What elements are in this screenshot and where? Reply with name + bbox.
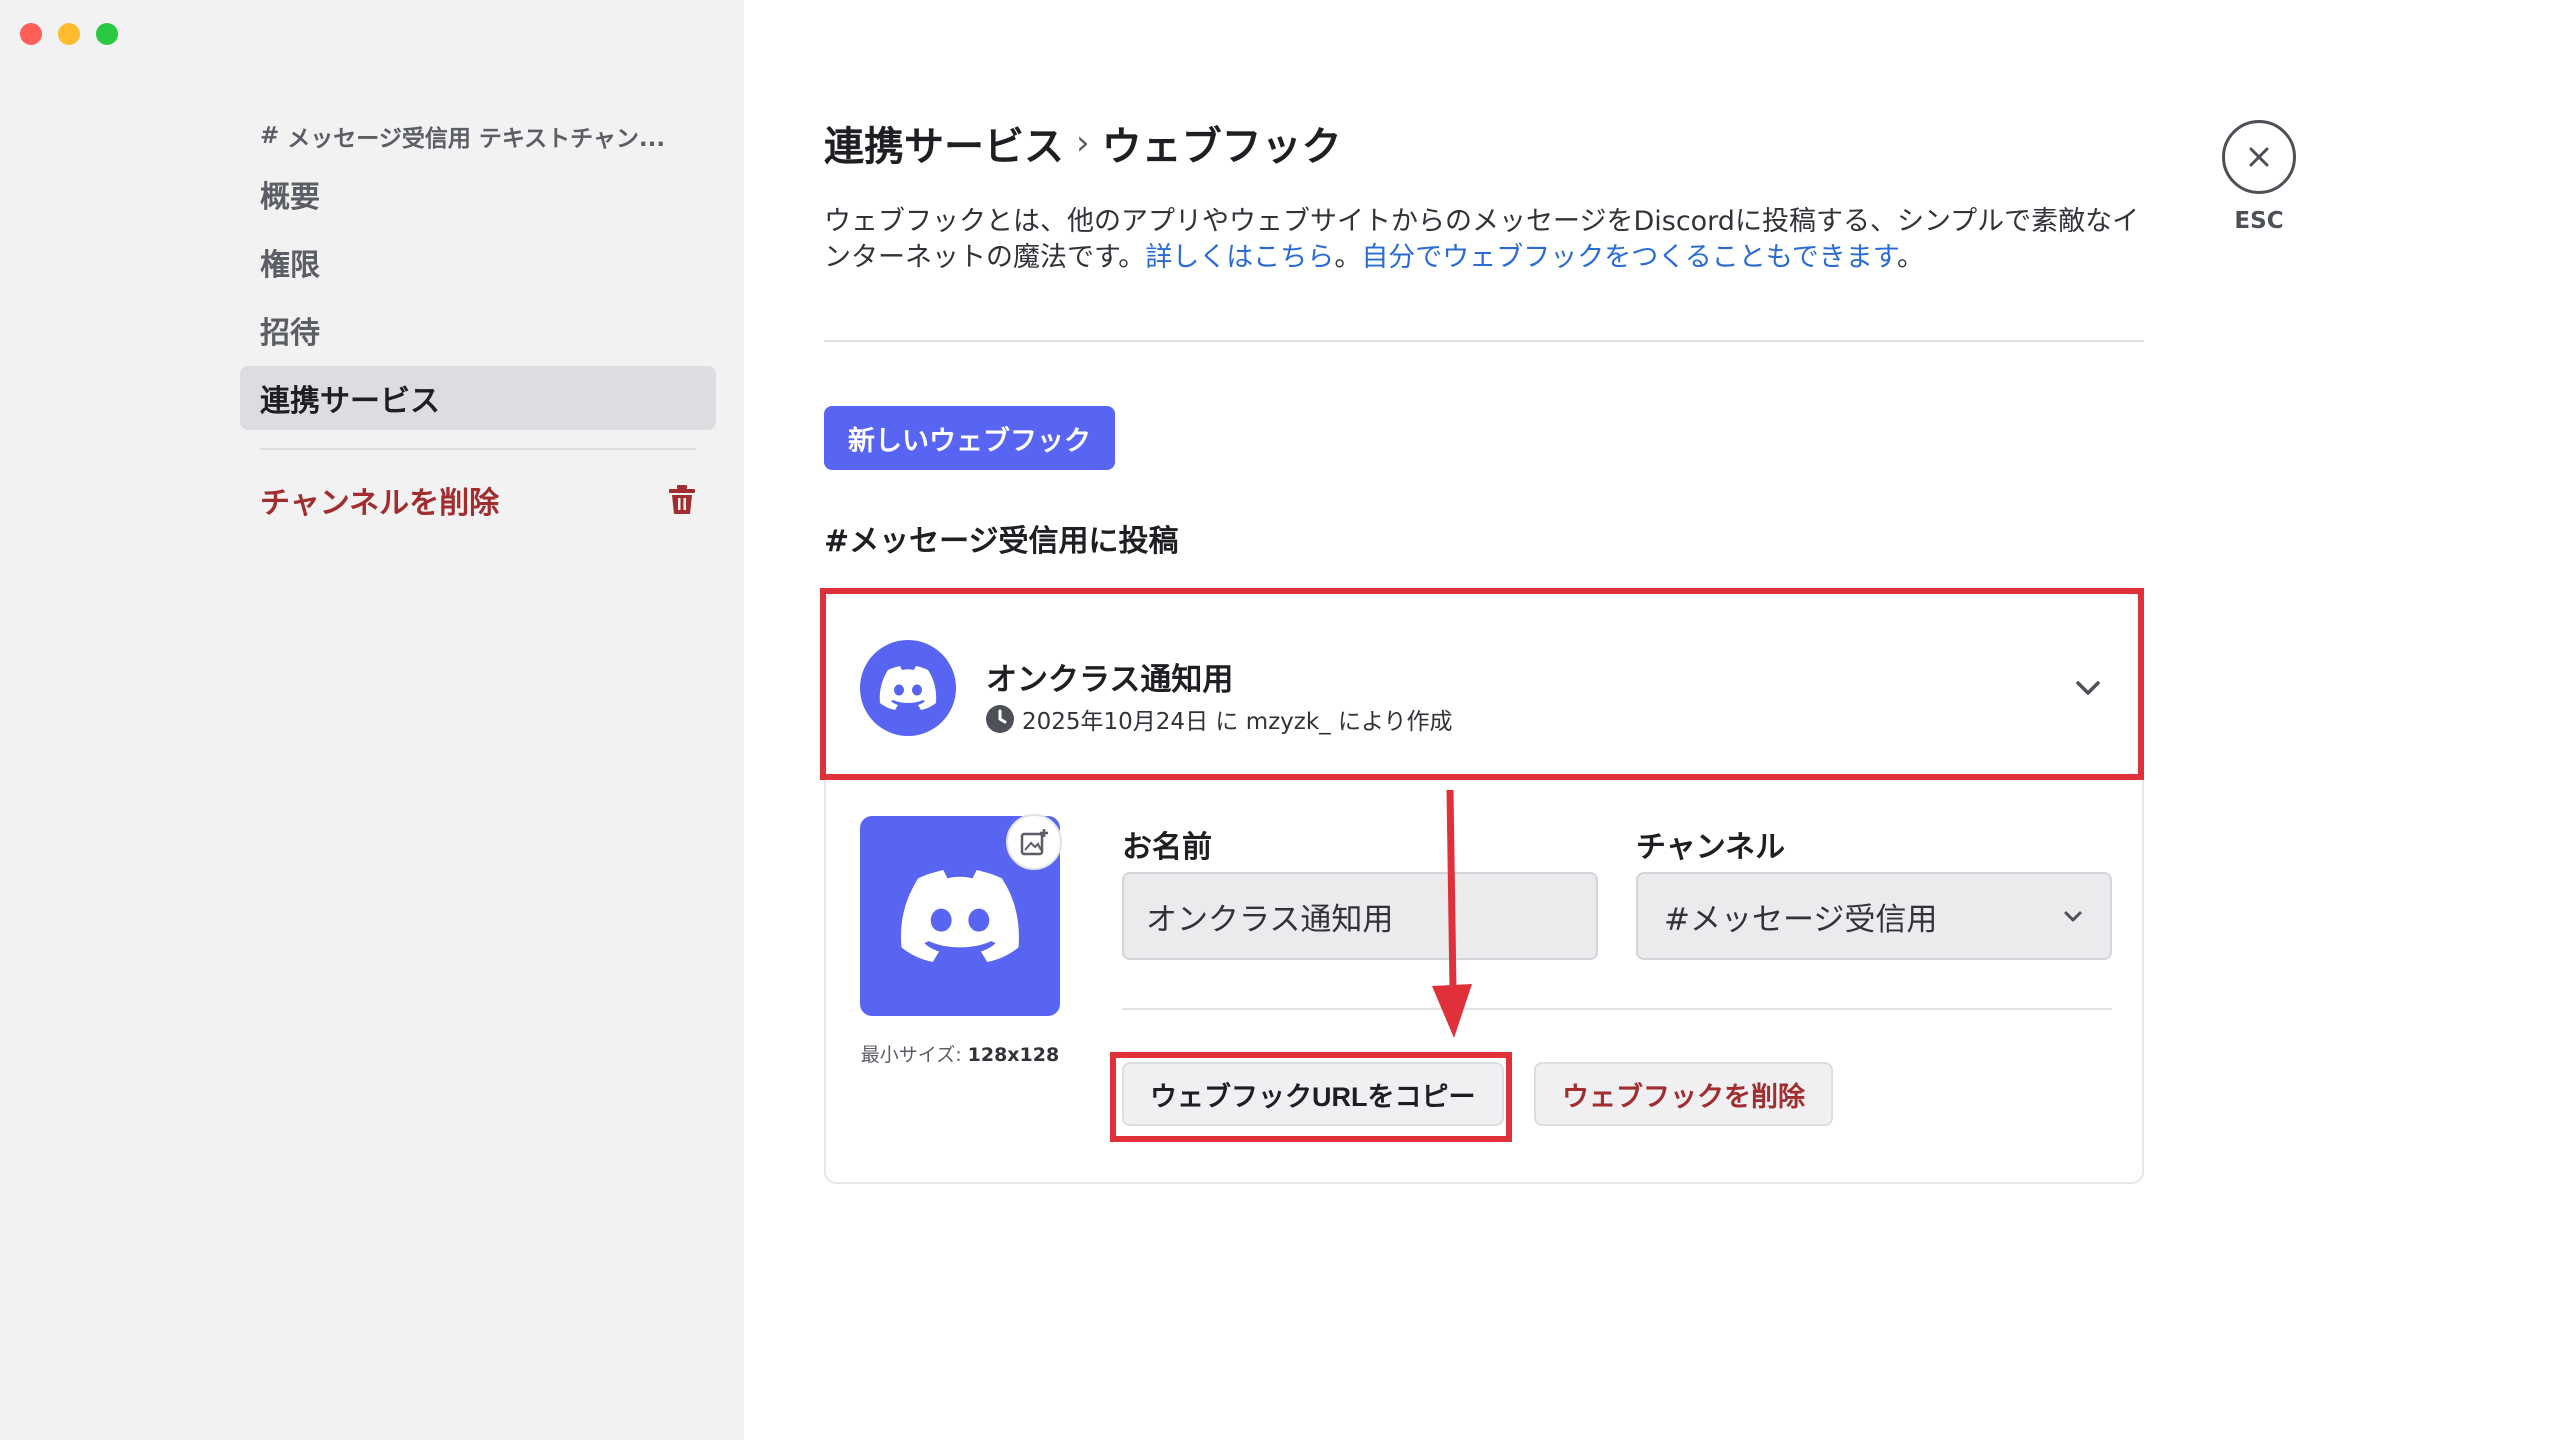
close-button[interactable] — [2222, 120, 2296, 194]
channel-header: # メッセージ受信用 テキストチャン... — [240, 110, 716, 162]
desc-text-3: 。 — [1897, 242, 1924, 273]
channel-field-label: チャンネル — [1636, 830, 1786, 865]
sidebar-item-invites[interactable]: 招待 — [240, 298, 716, 362]
post-channel-heading: #メッセージ受信用に投稿 — [824, 524, 1179, 559]
settings-sidebar: # メッセージ受信用 テキストチャン... 概要 権限 招待 連携サービス チャ… — [0, 0, 744, 1440]
breadcrumb-parent[interactable]: 連携サービス — [824, 114, 1064, 172]
close-window-button[interactable] — [20, 23, 42, 45]
discord-logo-icon — [900, 870, 1019, 962]
sidebar-item-label: 権限 — [260, 248, 320, 283]
card-divider — [1122, 1008, 2112, 1010]
sidebar-item-label: 連携サービス — [260, 384, 440, 419]
webhook-avatar-upload[interactable] — [860, 814, 1062, 1016]
channel-header-label: メッセージ受信用 テキストチャン... — [287, 126, 666, 152]
breadcrumb-separator-icon: › — [1076, 123, 1090, 163]
delete-webhook-button[interactable]: ウェブフックを削除 — [1534, 1062, 1833, 1126]
min-size-prefix: 最小サイズ: — [860, 1044, 968, 1066]
min-size-hint: 最小サイズ: 128x128 — [860, 1040, 1060, 1067]
minimize-window-button[interactable] — [58, 23, 80, 45]
sidebar-item-label: 招待 — [260, 316, 320, 351]
trash-icon — [668, 485, 696, 515]
annotation-highlight-card — [820, 588, 2144, 780]
webhook-description: ウェブフックとは、他のアプリやウェブサイトからのメッセージをDiscordに投稿… — [824, 204, 2144, 276]
delete-channel-label: チャンネルを削除 — [260, 486, 500, 521]
hash-icon: # — [260, 123, 280, 149]
annotation-highlight-copy-button — [1110, 1052, 1512, 1142]
learn-more-link[interactable]: 詳しくはこちら — [1145, 242, 1334, 273]
sidebar-nav: # メッセージ受信用 テキストチャン... 概要 権限 招待 連携サービス チャ… — [240, 110, 716, 532]
min-size-value: 128x128 — [967, 1044, 1060, 1066]
name-field-label: お名前 — [1122, 830, 1212, 865]
sidebar-item-overview[interactable]: 概要 — [240, 162, 716, 226]
esc-label: ESC — [2234, 208, 2284, 234]
channel-select-value: #メッセージ受信用 — [1664, 901, 1938, 938]
sidebar-item-label: 概要 — [260, 180, 320, 215]
content-divider — [824, 340, 2144, 342]
desc-text-2: 。 — [1334, 242, 1362, 273]
annotation-arrow-icon — [1432, 790, 1472, 1038]
sidebar-item-permissions[interactable]: 権限 — [240, 230, 716, 294]
zoom-window-button[interactable] — [96, 23, 118, 45]
main-content: 連携サービス › ウェブフック ウェブフックとは、他のアプリやウェブサイトからの… — [824, 110, 2144, 1184]
channel-select[interactable]: #メッセージ受信用 — [1636, 872, 2112, 960]
window-controls — [20, 23, 118, 45]
close-icon — [2249, 147, 2269, 167]
close-settings: ESC — [2222, 120, 2296, 234]
chevron-down-icon — [2064, 911, 2082, 922]
delete-channel-button[interactable]: チャンネルを削除 — [240, 468, 716, 532]
sidebar-item-integrations[interactable]: 連携サービス — [240, 366, 716, 430]
new-webhook-button[interactable]: 新しいウェブフック — [824, 406, 1115, 470]
app-window: # メッセージ受信用 テキストチャン... 概要 権限 招待 連携サービス チャ… — [0, 0, 2560, 1440]
page-title: 連携サービス › ウェブフック — [824, 110, 2144, 176]
add-image-icon[interactable] — [1006, 814, 1062, 870]
webhook-name-input[interactable]: オンクラス通知用 — [1122, 872, 1598, 960]
sidebar-divider — [260, 448, 696, 450]
build-webhook-link[interactable]: 自分でウェブフックをつくることもできます — [1361, 242, 1897, 273]
breadcrumb-current: ウェブフック — [1101, 124, 1342, 170]
